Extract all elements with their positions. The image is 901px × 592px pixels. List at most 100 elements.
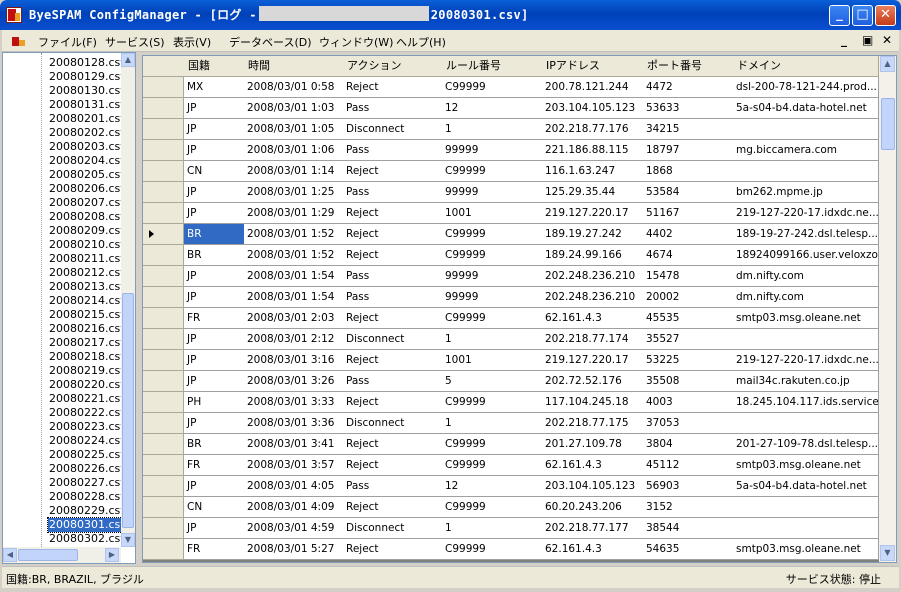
menu-database[interactable]: データベース(D)	[229, 34, 312, 50]
row-header[interactable]	[143, 518, 184, 539]
cell-rule-number[interactable]: 1	[442, 329, 543, 350]
cell-port[interactable]: 3152	[643, 497, 734, 518]
cell-action[interactable]: Reject	[343, 161, 443, 182]
cell-port[interactable]: 56903	[643, 476, 734, 497]
cell-country[interactable]: CN	[184, 161, 245, 182]
cell-country[interactable]: BR	[184, 434, 245, 455]
cell-action[interactable]: Pass	[343, 371, 443, 392]
cell-ip-address[interactable]: 116.1.63.247	[542, 161, 644, 182]
cell-ip-address[interactable]: 189.19.27.242	[542, 224, 644, 245]
row-header[interactable]	[143, 455, 184, 476]
cell-time[interactable]: 2008/03/01 2:03	[244, 308, 344, 329]
column-header-rule-number[interactable]: ルール番号	[442, 56, 543, 77]
log-file-item[interactable]: 20080225.csv	[49, 448, 121, 462]
cell-domain[interactable]	[733, 329, 879, 350]
cell-action[interactable]: Pass	[343, 476, 443, 497]
log-file-item[interactable]: 20080221.csv	[49, 392, 121, 406]
row-header[interactable]	[143, 140, 184, 161]
cell-rule-number[interactable]: C99999	[442, 455, 543, 476]
row-header[interactable]	[143, 413, 184, 434]
cell-time[interactable]: 2008/03/01 3:16	[244, 350, 344, 371]
cell-action[interactable]: Reject	[343, 245, 443, 266]
cell-action[interactable]: Reject	[343, 77, 443, 98]
table-row[interactable]: CN 2008/03/01 4:09 Reject C99999 60.20.243.2…	[143, 497, 879, 518]
cell-domain[interactable]: 201-27-109-78.dsl.telesp...	[733, 434, 879, 455]
cell-ip-address[interactable]: 62.161.4.3	[542, 308, 644, 329]
cell-ip-address[interactable]: 202.218.77.176	[542, 119, 644, 140]
cell-ip-address[interactable]: 62.161.4.3	[542, 455, 644, 476]
cell-action[interactable]: Reject	[343, 455, 443, 476]
cell-action[interactable]: Reject	[343, 539, 443, 560]
cell-action[interactable]: Reject	[343, 203, 443, 224]
cell-domain[interactable]: 18.245.104.117.ids.service...	[733, 392, 879, 413]
cell-rule-number[interactable]: 1	[442, 518, 543, 539]
log-file-item[interactable]: 20080211.csv	[49, 252, 121, 266]
cell-time[interactable]: 2008/03/01 2:12	[244, 329, 344, 350]
log-file-item[interactable]: 20080204.csv	[49, 154, 121, 168]
cell-time[interactable]: 2008/03/01 1:52	[244, 224, 344, 245]
cell-country[interactable]: FR	[184, 539, 245, 560]
cell-domain[interactable]: 189-19-27-242.dsl.telesp...	[733, 224, 879, 245]
log-data-grid[interactable]: 国籍 時間 アクション ルール番号 IPアドレス ポート番号 ドメイン MX 20…	[142, 55, 897, 563]
menu-window[interactable]: ウィンドウ(W)	[319, 34, 393, 50]
row-header[interactable]	[143, 77, 184, 98]
log-file-item[interactable]: 20080212.csv	[49, 266, 121, 280]
table-row[interactable]: JP 2008/03/01 1:05 Disconnect 1 202.218.77.1…	[143, 119, 879, 140]
cell-domain[interactable]: smtp03.msg.oleane.net	[733, 308, 879, 329]
cell-action[interactable]: Pass	[343, 98, 443, 119]
log-file-item[interactable]: 20080220.csv	[49, 378, 121, 392]
log-file-item[interactable]: 20080218.csv	[49, 350, 121, 364]
cell-port[interactable]: 34215	[643, 119, 734, 140]
column-header-country[interactable]: 国籍	[184, 56, 245, 77]
close-button[interactable]: ✕	[875, 5, 896, 26]
log-file-item[interactable]: 20080217.csv	[49, 336, 121, 350]
row-header[interactable]	[143, 119, 184, 140]
table-row[interactable]: JP 2008/03/01 1:29 Reject 1001 219.127.220.1…	[143, 203, 879, 224]
cell-rule-number[interactable]: 1001	[442, 350, 543, 371]
table-row[interactable]: JP 2008/03/01 1:06 Pass 99999 221.186.88.115…	[143, 140, 879, 161]
table-row[interactable]: JP 2008/03/01 4:59 Disconnect 1 202.218.77.1…	[143, 518, 879, 539]
menu-service[interactable]: サービス(S)	[105, 34, 165, 50]
cell-ip-address[interactable]: 202.248.236.210	[542, 287, 644, 308]
cell-country[interactable]: JP	[184, 350, 245, 371]
cell-rule-number[interactable]: 1001	[442, 203, 543, 224]
cell-domain[interactable]: smtp03.msg.oleane.net	[733, 539, 879, 560]
cell-country[interactable]: BR	[184, 245, 245, 266]
row-header[interactable]	[143, 329, 184, 350]
cell-port[interactable]: 18797	[643, 140, 734, 161]
log-file-item[interactable]: 20080209.csv	[49, 224, 121, 238]
cell-ip-address[interactable]: 117.104.245.18	[542, 392, 644, 413]
cell-port[interactable]: 20002	[643, 287, 734, 308]
table-row[interactable]: MX 2008/03/01 0:58 Reject C99999 200.78.121.…	[143, 77, 879, 98]
cell-action[interactable]: Reject	[343, 497, 443, 518]
cell-rule-number[interactable]: 99999	[442, 287, 543, 308]
menu-file[interactable]: ファイル(F)	[38, 34, 97, 50]
cell-domain[interactable]	[733, 413, 879, 434]
cell-time[interactable]: 2008/03/01 1:03	[244, 98, 344, 119]
cell-country[interactable]: MX	[184, 77, 245, 98]
menu-help[interactable]: ヘルプ(H)	[396, 34, 446, 50]
cell-rule-number[interactable]: 1	[442, 119, 543, 140]
cell-ip-address[interactable]: 202.72.52.176	[542, 371, 644, 392]
cell-action[interactable]: Pass	[343, 287, 443, 308]
column-header-time[interactable]: 時間	[244, 56, 344, 77]
log-file-item[interactable]: 20080206.csv	[49, 182, 121, 196]
column-header-port[interactable]: ポート番号	[643, 56, 734, 77]
cell-action[interactable]: Reject	[343, 308, 443, 329]
cell-rule-number[interactable]: 12	[442, 476, 543, 497]
row-header[interactable]	[143, 245, 184, 266]
table-row[interactable]: JP 2008/03/01 1:03 Pass 12 203.104.105.123 53…	[143, 98, 879, 119]
cell-action[interactable]: Pass	[343, 140, 443, 161]
log-file-item[interactable]: 20080202.csv	[49, 126, 121, 140]
cell-rule-number[interactable]: C99999	[442, 224, 543, 245]
cell-port[interactable]: 15478	[643, 266, 734, 287]
cell-country[interactable]: JP	[184, 371, 245, 392]
cell-port[interactable]: 54635	[643, 539, 734, 560]
row-header[interactable]	[143, 161, 184, 182]
row-header[interactable]	[143, 203, 184, 224]
log-file-item[interactable]: 20080208.csv	[49, 210, 121, 224]
cell-country[interactable]: JP	[184, 98, 245, 119]
row-header[interactable]	[143, 98, 184, 119]
cell-country[interactable]: JP	[184, 413, 245, 434]
cell-time[interactable]: 2008/03/01 3:26	[244, 371, 344, 392]
